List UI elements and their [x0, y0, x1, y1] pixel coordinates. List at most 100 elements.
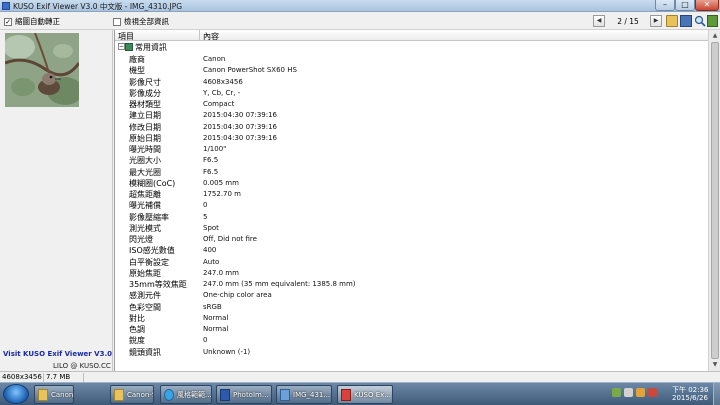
exif-list[interactable]: 項目 內容 − 常用資訊 廠商 Canon 機型 Canon PowerShot SX… [114, 30, 708, 371]
row-value: 2015:04:30 07:39:16 [203, 133, 278, 142]
table-row[interactable]: 色彩空間 sRGB [115, 302, 708, 313]
table-row[interactable]: 測光模式 Spot [115, 223, 708, 234]
table-row[interactable]: 白平衡設定 Auto [115, 257, 708, 268]
row-key: 模糊圈(CoC) [129, 178, 176, 188]
table-row[interactable]: 建立日期 2015:04:30 07:39:16 [115, 110, 708, 121]
collapse-icon[interactable]: − [118, 43, 125, 50]
folder-icon [38, 388, 48, 401]
table-row[interactable]: 最大光圈 F6.5 [115, 167, 708, 178]
table-row[interactable]: 修改日期 2015:04:30 07:39:16 [115, 122, 708, 133]
row-value: sRGB [203, 302, 222, 311]
table-row[interactable]: 原始日期 2015:04:30 07:39:16 [115, 133, 708, 144]
tray-network-icon[interactable] [612, 388, 621, 397]
task-label: IMG_431... [293, 390, 331, 399]
table-row[interactable]: 模糊圈(CoC) 0.005 mm [115, 178, 708, 189]
row-key: ISO感光數值 [129, 246, 175, 256]
vertical-scrollbar[interactable]: ▲ ▼ [708, 30, 720, 371]
author-credit: LILO @ KUSO.CC [53, 362, 111, 370]
table-row[interactable]: 閃光燈 Off, Did not fire [115, 234, 708, 245]
row-key: 影像尺寸 [129, 77, 161, 87]
tray-volume-icon[interactable] [624, 388, 633, 397]
checkbox-checked-icon[interactable]: ✓ [4, 17, 12, 26]
row-key: 影像壓縮率 [129, 212, 169, 222]
row-key: 器材類型 [129, 100, 161, 109]
task-kuso-exif[interactable]: KUSO Ex... [337, 385, 393, 404]
scroll-thumb[interactable] [711, 42, 719, 359]
table-row[interactable]: 銳度 0 [115, 335, 708, 346]
minimize-button[interactable]: – [655, 0, 675, 11]
row-value: 0.005 mm [203, 178, 239, 187]
table-row[interactable]: 廠商 Canon [115, 54, 708, 65]
task-folder-canon-2[interactable]: Canon-S... [110, 385, 154, 404]
start-button[interactable] [3, 384, 29, 404]
task-image-viewer[interactable]: IMG_431... [276, 385, 332, 404]
show-desktop-button[interactable] [713, 383, 720, 405]
row-key: 銳度 [129, 336, 145, 346]
auto-rotate-checkbox[interactable]: ✓ 縮圖自動轉正 [4, 16, 60, 27]
row-value: Spot [203, 223, 219, 232]
table-row[interactable]: 機型 Canon PowerShot SX60 HS [115, 65, 708, 76]
row-key: 光圈大小 [129, 156, 161, 166]
table-row[interactable]: 影像尺寸 4608x3456 [115, 77, 708, 88]
task-label: KUSO Ex... [354, 390, 391, 399]
table-row[interactable]: 光圈大小 F6.5 [115, 155, 708, 166]
table-row[interactable]: 影像壓縮率 5 [115, 212, 708, 223]
table-row[interactable]: 曝光時間 1/100" [115, 144, 708, 155]
toolbar: ✓ 縮圖自動轉正 檢視全部資訊 ◀ 2 / 15 ▶ [0, 12, 720, 30]
row-key: 原始焦距 [129, 268, 161, 278]
task-label: Canon-S... [51, 390, 74, 399]
visit-site-link[interactable]: Visit KUSO Exif Viewer V3.0 Site [3, 350, 130, 358]
group-row-common[interactable]: − 常用資訊 [115, 42, 708, 53]
task-folder-canon-1[interactable]: Canon-S... [34, 385, 74, 404]
table-row[interactable]: 器材類型 Compact [115, 99, 708, 110]
show-all-checkbox[interactable]: 檢視全部資訊 [113, 16, 169, 27]
table-row[interactable]: 鏡頭資訊 Unknown (-1) [115, 347, 708, 358]
column-header-item[interactable]: 項目 [118, 31, 134, 42]
table-row[interactable]: 影像成分 Y, Cb, Cr, - [115, 88, 708, 99]
table-row[interactable]: ISO感光數值 400 [115, 245, 708, 256]
checkbox-unchecked-icon[interactable] [113, 17, 121, 26]
row-value: 5 [203, 212, 208, 221]
maximize-button[interactable]: □ [675, 0, 695, 11]
scroll-down-arrow-icon[interactable]: ▼ [710, 360, 720, 370]
row-value: 4608x3456 [203, 77, 243, 86]
next-image-button[interactable]: ▶ [650, 15, 662, 27]
tray-app-icon[interactable] [636, 388, 645, 397]
table-row[interactable]: 35mm等效焦距 247.0 mm (35 mm equivalent: 1385… [115, 279, 708, 290]
row-value: F6.5 [203, 156, 219, 165]
table-row[interactable]: 色調 Normal [115, 324, 708, 335]
column-header-value[interactable]: 內容 [203, 31, 219, 42]
prev-image-button[interactable]: ◀ [593, 15, 605, 27]
close-button[interactable]: ✕ [695, 0, 719, 11]
row-key: 閃光燈 [129, 235, 153, 244]
search-icon[interactable] [694, 15, 706, 27]
table-row[interactable]: 對比 Normal [115, 313, 708, 324]
task-browser[interactable]: 風格範範... [160, 385, 212, 404]
group-icon [125, 43, 133, 51]
open-folder-icon[interactable] [666, 15, 678, 27]
table-row[interactable]: 曝光補償 0 [115, 200, 708, 211]
row-key: 曝光時間 [129, 145, 161, 154]
task-label: Canon-S... [127, 390, 153, 399]
show-all-label: 檢視全部資訊 [124, 17, 169, 26]
tray-flag-icon[interactable] [648, 388, 657, 397]
title-bar[interactable]: KUSO Exif Viewer V3.0 中文版 - IMG_4310.JPG… [0, 0, 720, 12]
row-value: Y, Cb, Cr, - [203, 88, 241, 97]
row-value: Off, Did not fire [203, 235, 257, 243]
scroll-up-arrow-icon[interactable]: ▲ [710, 31, 720, 41]
photo-thumbnail [5, 33, 79, 107]
exif-rows: 廠商 Canon 機型 Canon PowerShot SX60 HS 影像尺寸 4608… [115, 54, 708, 358]
table-row[interactable]: 原始焦距 247.0 mm [115, 268, 708, 279]
column-divider[interactable] [199, 30, 200, 41]
row-value: 2015:04:30 07:39:16 [203, 111, 278, 120]
row-value: Canon [203, 55, 226, 63]
export-icon[interactable] [707, 15, 718, 27]
table-row[interactable]: 感測元件 One-chip color area [115, 290, 708, 301]
taskbar: Canon-S... Canon-S... 風格範範... PhotoIm... IMG… [0, 382, 720, 405]
table-row[interactable]: 超焦距離 1752.70 m [115, 189, 708, 200]
system-tray [612, 388, 657, 397]
save-icon[interactable] [680, 15, 692, 27]
clock-date[interactable]: 2015/6/26 [672, 394, 708, 402]
row-value: 2015:04:30 07:39:16 [203, 122, 278, 131]
task-photoimpact[interactable]: PhotoIm... [216, 385, 272, 404]
